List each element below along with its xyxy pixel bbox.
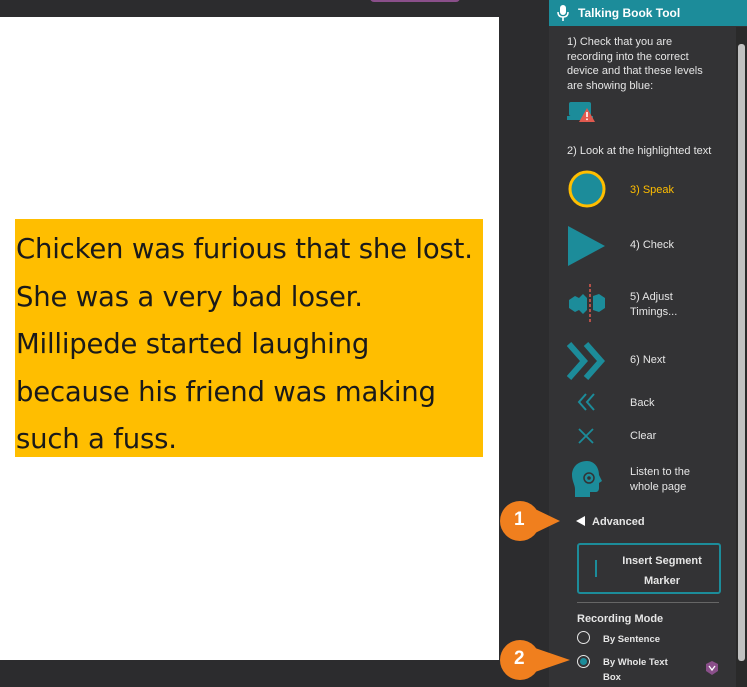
top-toolbar — [0, 0, 548, 17]
triangle-down-icon[interactable] — [576, 516, 586, 526]
adjust-timings-icon[interactable] — [565, 280, 611, 326]
segment-marker-icon — [595, 560, 597, 577]
back-icon[interactable] — [576, 392, 598, 412]
callout-2-marker — [500, 640, 570, 680]
microphone-icon — [557, 5, 569, 21]
step1-text: 1) Check that you are recording into the… — [567, 36, 703, 92]
callout-1-number: 1 — [514, 509, 525, 530]
passage-text[interactable]: Chicken was furious that she lost. She w… — [16, 226, 482, 464]
callout-2-number: 2 — [514, 648, 525, 669]
callout-2: 2 — [499, 639, 571, 686]
listen-head-icon[interactable] — [570, 459, 604, 499]
by-whole-text-box-label[interactable]: By Whole Text Box — [603, 655, 675, 685]
recording-mode-heading: Recording Mode — [577, 613, 664, 625]
advanced-toggle[interactable]: Advanced — [592, 516, 645, 528]
callout-1-marker — [500, 501, 560, 541]
check-label[interactable]: 4) Check — [630, 238, 674, 253]
listen-label[interactable]: Listen to the whole page — [630, 465, 715, 495]
play-check-icon[interactable] — [567, 225, 607, 267]
next-icon[interactable] — [567, 342, 607, 380]
back-label[interactable]: Back — [630, 396, 654, 411]
by-sentence-label[interactable]: By Sentence — [603, 632, 660, 647]
speak-label[interactable]: 3) Speak — [630, 183, 674, 198]
toolbar-button-partial[interactable] — [370, 0, 460, 2]
bottom-bar — [0, 660, 548, 687]
bloom-badge-icon[interactable] — [704, 660, 720, 676]
callout-1: 1 — [499, 500, 561, 547]
scrollbar-thumb[interactable] — [738, 44, 745, 661]
clear-icon[interactable] — [577, 427, 595, 445]
speak-record-icon[interactable] — [567, 169, 607, 209]
adjust-timings-label[interactable]: 5) Adjust Timings... — [630, 290, 720, 320]
step2-text: 2) Look at the highlighted text — [567, 145, 712, 157]
divider — [577, 602, 719, 603]
clear-label[interactable]: Clear — [630, 429, 656, 444]
panel-header: Talking Book Tool — [549, 0, 747, 26]
insert-segment-button[interactable]: Insert Segment Marker — [577, 543, 721, 594]
panel-title: Talking Book Tool — [578, 6, 681, 20]
by-sentence-radio[interactable] — [577, 631, 590, 644]
next-label[interactable]: 6) Next — [630, 353, 665, 368]
by-whole-text-box-radio[interactable] — [577, 655, 590, 668]
mic-level-warning-icon[interactable] — [567, 100, 597, 124]
insert-segment-label: Insert Segment Marker — [622, 555, 702, 587]
